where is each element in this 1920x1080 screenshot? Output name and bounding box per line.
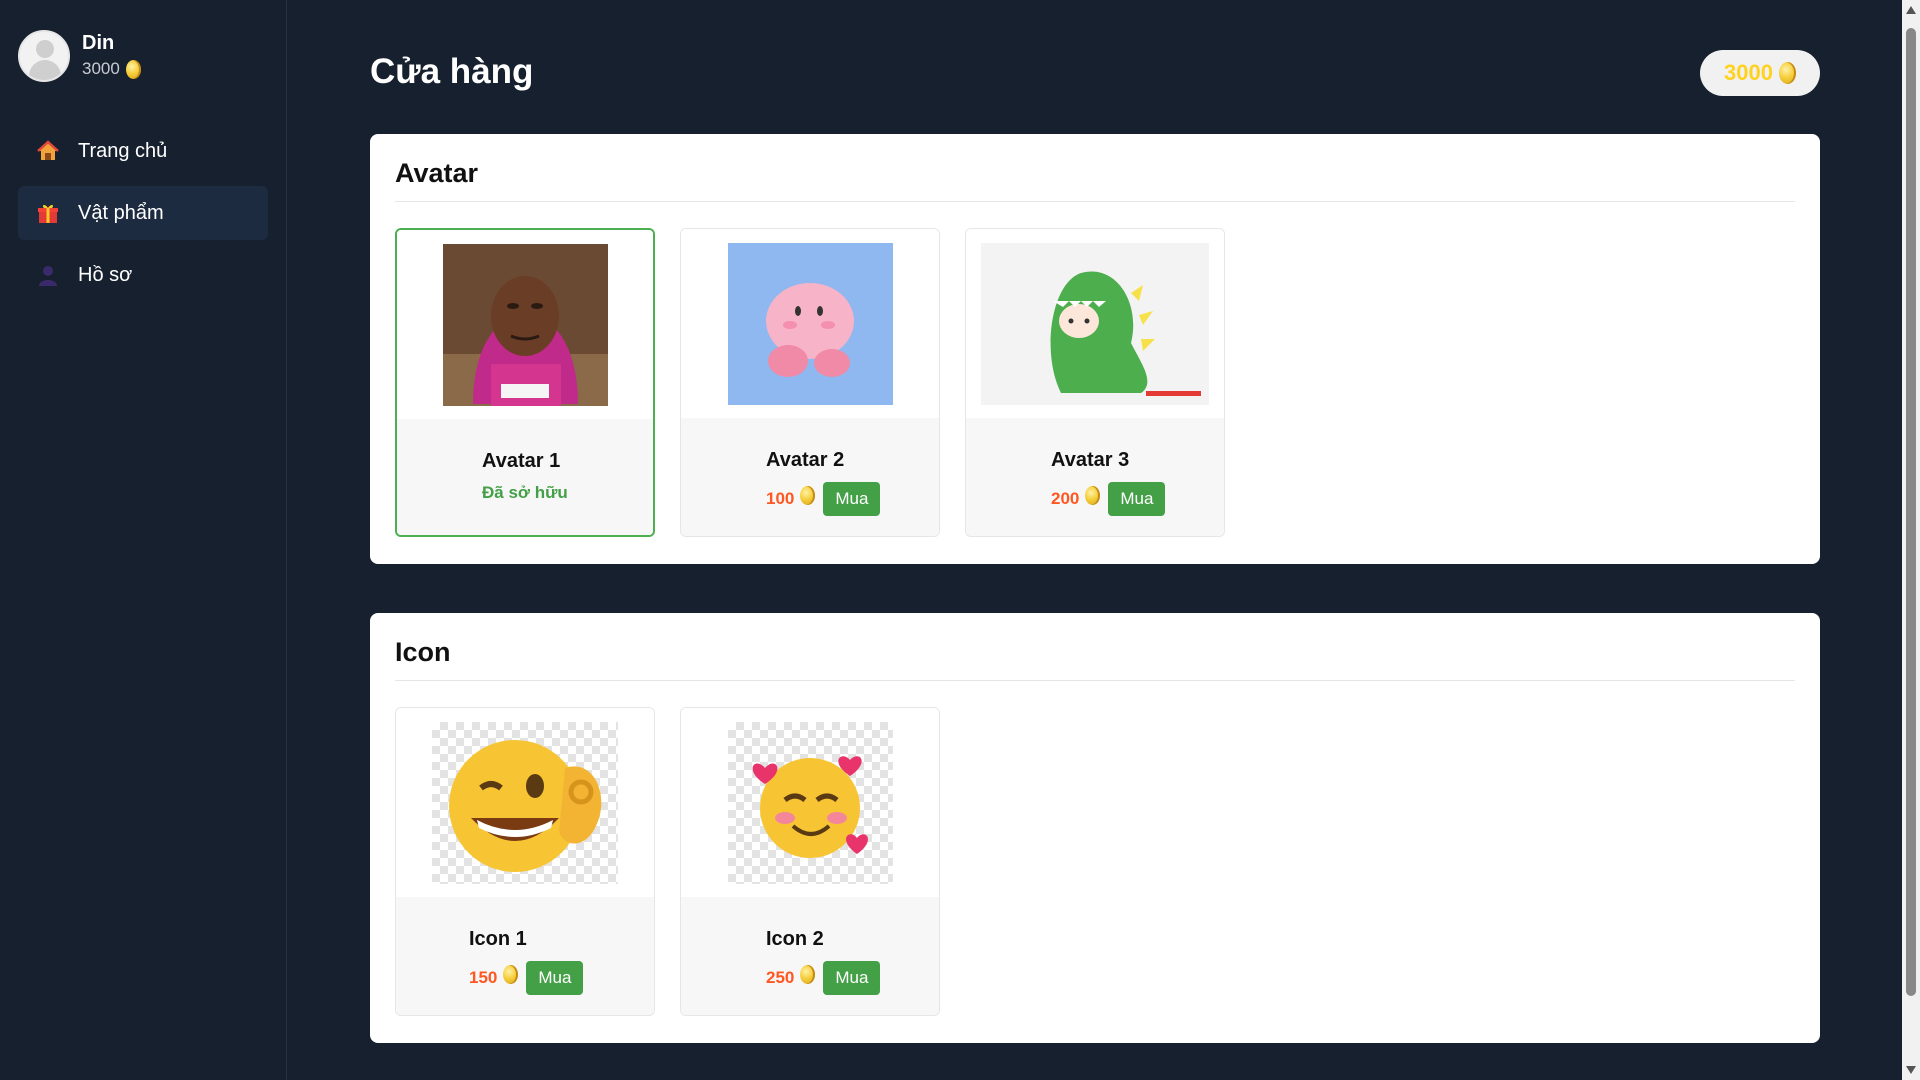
item-price: 100: [766, 489, 795, 508]
icon-2-image: [727, 721, 893, 884]
item-image-area: [397, 230, 653, 419]
item-grid: Avatar 1 Đã sở hữu Avatar 2 100 Mua Avat…: [395, 228, 1795, 537]
avatar-section: Avatar Avatar 1 Đã sở hữu Avatar 2 100 M…: [370, 134, 1820, 564]
user-coin-count: 3000: [82, 59, 120, 78]
page-title: Cửa hàng: [370, 52, 534, 91]
item-info: Avatar 1 Đã sở hữu: [397, 419, 653, 535]
sidebar-nav: Trang chủ Vật phẩm Hồ sơ: [18, 124, 268, 310]
coin-icon: [125, 59, 141, 79]
hearts-emoji-icon: [752, 755, 868, 858]
sidebar-item-label: Vật phẩm: [78, 201, 164, 224]
shop-item-card[interactable]: Icon 2 250 Mua: [680, 707, 940, 1016]
sidebar-item-label: Trang chủ: [78, 139, 168, 162]
sidebar: Din 3000 Trang chủ Vật phẩm Hồ sơ: [0, 0, 287, 1080]
item-image-area: [681, 708, 939, 897]
price-row: 100 Mua: [766, 482, 939, 516]
owned-status: Đã sở hữu: [482, 483, 568, 502]
item-image-area: [681, 229, 939, 418]
item-name: Icon 1: [469, 928, 527, 950]
coin-icon: [800, 485, 816, 505]
buy-button[interactable]: Mua: [1108, 482, 1166, 516]
item-image-area: [966, 229, 1224, 418]
coin-icon: [1085, 485, 1101, 505]
user-profile: Din 3000: [18, 30, 141, 82]
home-icon: [34, 137, 62, 165]
item-name: Icon 2: [766, 928, 824, 950]
item-image-area: [396, 708, 654, 897]
scrollbar-thumb[interactable]: [1906, 28, 1916, 996]
coin-icon: [503, 964, 519, 984]
price-row: 150 Mua: [469, 961, 654, 995]
avatar-1-image: [442, 243, 608, 406]
shop-item-card[interactable]: Icon 1 150 Mua: [395, 707, 655, 1016]
gift-icon: [34, 199, 62, 227]
item-grid: Icon 1 150 Mua Icon 2 250 Mua: [395, 707, 1795, 1016]
buy-button[interactable]: Mua: [526, 961, 584, 995]
item-name: Avatar 1: [482, 450, 561, 472]
scroll-up-icon[interactable]: [1906, 6, 1916, 14]
avatar-2-image: [727, 242, 893, 405]
sidebar-item-items[interactable]: Vật phẩm: [18, 186, 268, 240]
item-info: Avatar 2 100 Mua: [681, 418, 939, 536]
coin-balance-badge: 3000: [1700, 50, 1820, 96]
price-row: 250 Mua: [766, 961, 939, 995]
shop-item-card[interactable]: Avatar 3 200 Mua: [965, 228, 1225, 537]
item-price: 200: [1051, 489, 1080, 508]
page-scrollbar[interactable]: [1902, 0, 1920, 1080]
shop-item-card[interactable]: Avatar 1 Đã sở hữu: [395, 228, 655, 537]
item-price: 250: [766, 968, 795, 987]
wink-ok-emoji-icon: [449, 739, 602, 872]
coin-icon: [1778, 62, 1796, 84]
username: Din: [82, 32, 115, 54]
scroll-down-icon[interactable]: [1906, 1066, 1916, 1074]
sidebar-item-label: Hồ sơ: [78, 263, 133, 286]
avatar[interactable]: [18, 30, 70, 82]
item-info: Icon 1 150 Mua: [396, 897, 654, 1015]
user-icon: [34, 261, 62, 289]
item-price: 150: [469, 968, 498, 987]
icon-section: Icon Icon 1 150 Mua Icon 2 250 Mua: [370, 613, 1820, 1043]
sidebar-item-home[interactable]: Trang chủ: [18, 124, 268, 178]
item-info: Avatar 3 200 Mua: [966, 418, 1224, 536]
buy-button[interactable]: Mua: [823, 482, 881, 516]
icon-1-image: [432, 721, 618, 884]
user-coins: 3000: [82, 57, 141, 81]
item-info: Icon 2 250 Mua: [681, 897, 939, 1015]
coin-icon: [800, 964, 816, 984]
item-name: Avatar 2: [766, 449, 845, 471]
shop-item-card[interactable]: Avatar 2 100 Mua: [680, 228, 940, 537]
item-name: Avatar 3: [1051, 449, 1130, 471]
coin-balance: 3000: [1724, 60, 1773, 85]
section-title: Icon: [395, 637, 1795, 681]
avatar-3-image: [981, 242, 1209, 405]
user-info: Din 3000: [82, 31, 141, 81]
sidebar-item-profile[interactable]: Hồ sơ: [18, 248, 268, 302]
price-row: 200 Mua: [1051, 482, 1224, 516]
buy-button[interactable]: Mua: [823, 961, 881, 995]
section-title: Avatar: [395, 158, 1795, 202]
